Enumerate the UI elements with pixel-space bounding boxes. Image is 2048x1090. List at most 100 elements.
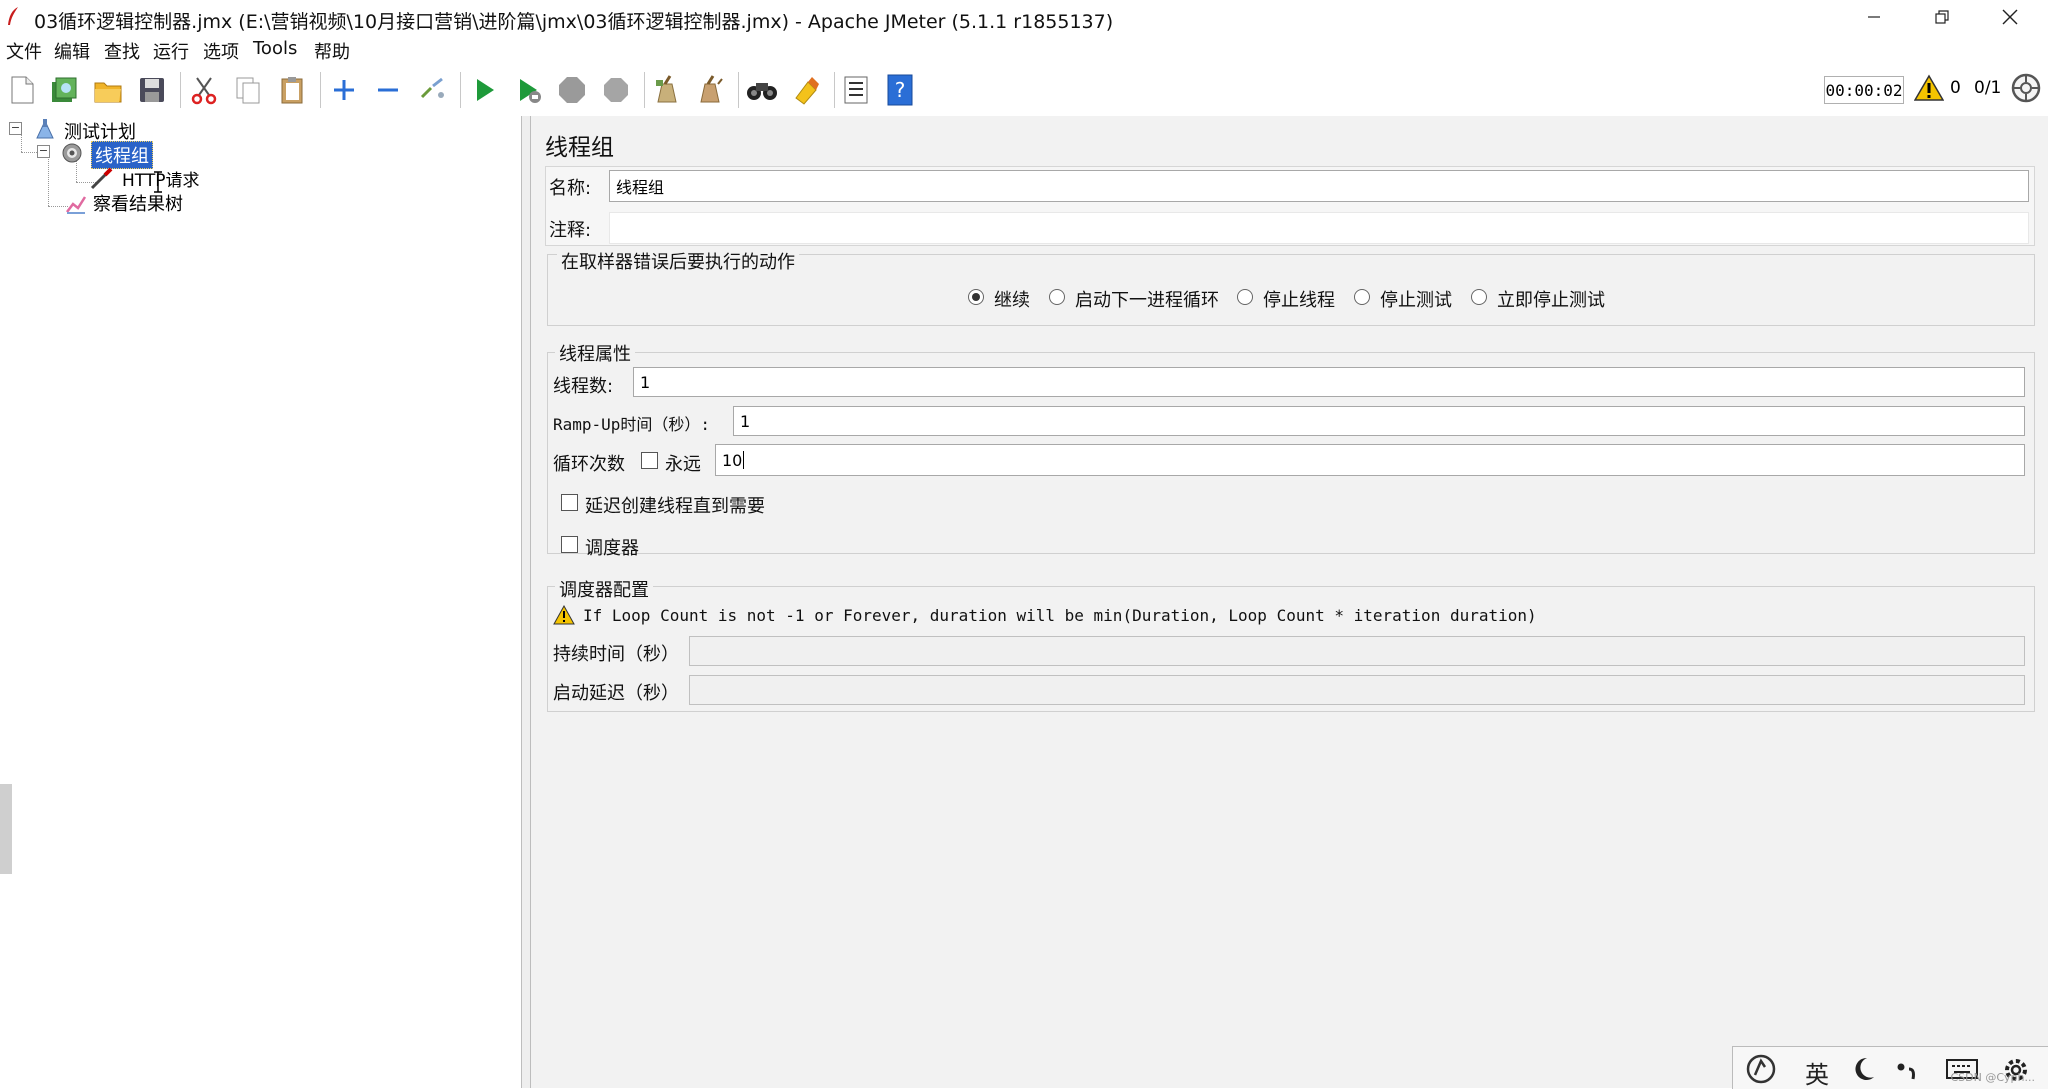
close-icon — [2002, 9, 2018, 25]
radio-stop-test-now-label: 立即停止测试 — [1497, 290, 1605, 311]
separator — [644, 72, 645, 108]
minimize-button[interactable] — [1840, 0, 1908, 34]
toolbar: ? 00:00:02 0 0/1 — [0, 64, 2048, 117]
collapse-all-button[interactable] — [368, 70, 408, 110]
thread-group-panel: 线程组 名称: 线程组 注释: 在取样器错误后要执行的动作 继续 启动下一进程循… — [531, 116, 2048, 1088]
panel-title: 线程组 — [545, 135, 614, 161]
forever-checkbox[interactable] — [641, 452, 658, 469]
moon-icon[interactable] — [1851, 1055, 1877, 1083]
listener-chart-icon — [66, 196, 87, 214]
startup-delay-input[interactable] — [689, 675, 2025, 705]
menu-edit[interactable]: 编辑 — [54, 38, 90, 64]
name-label: 名称: — [549, 178, 592, 199]
active-threads: 0/1 — [1974, 78, 2002, 98]
reset-search-icon — [795, 77, 819, 105]
svg-text:?: ? — [895, 78, 906, 102]
watermark-text: CSDN @Cyph... — [1950, 1071, 2036, 1084]
tree-connector — [21, 134, 22, 152]
start-no-pause-button[interactable] — [508, 70, 548, 110]
text-caret — [743, 451, 745, 469]
tree-item-view-results-tree[interactable]: 察看结果树 — [93, 190, 183, 216]
paste-button[interactable] — [272, 70, 312, 110]
scheduler-checkbox[interactable] — [561, 536, 578, 553]
comment-label: 注释: — [549, 220, 592, 241]
close-button[interactable] — [1976, 0, 2044, 34]
toggle-button[interactable] — [412, 70, 452, 110]
clear-all-icon — [700, 75, 723, 103]
clear-button[interactable] — [646, 70, 686, 110]
function-helper-button[interactable] — [836, 70, 876, 110]
help-icon: ? — [887, 74, 913, 106]
ime-logo-icon[interactable] — [1743, 1053, 1783, 1085]
shutdown-icon — [604, 78, 628, 102]
menu-help[interactable]: 帮助 — [314, 38, 350, 64]
thread-group-gear-icon — [62, 143, 82, 163]
threads-input[interactable]: 1 — [633, 367, 2025, 397]
open-button[interactable] — [88, 70, 128, 110]
menu-tools[interactable]: Tools — [253, 38, 297, 59]
scheduler-note: If Loop Count is not -1 or Forever, dura… — [583, 606, 1537, 625]
remote-indicator-icon — [2011, 73, 2041, 103]
reset-search-button[interactable] — [786, 70, 826, 110]
templates-icon — [52, 77, 77, 102]
delay-thread-creation-checkbox[interactable] — [561, 494, 578, 511]
templates-button[interactable] — [44, 70, 84, 110]
tree-item-thread-group[interactable]: 线程组 — [91, 141, 153, 169]
radio-start-next-loop-label: 启动下一进程循环 — [1075, 290, 1219, 311]
collapse-toggle[interactable]: − — [37, 145, 50, 158]
copy-button[interactable] — [228, 70, 268, 110]
menu-run[interactable]: 运行 — [153, 38, 189, 64]
menu-search[interactable]: 查找 — [104, 38, 140, 64]
search-button[interactable] — [742, 70, 782, 110]
name-input[interactable]: 线程组 — [609, 170, 2029, 202]
save-button[interactable] — [132, 70, 172, 110]
ime-toolbar: 英 CSDN @Cyph... — [1732, 1046, 2048, 1089]
menu-options[interactable]: 选项 — [203, 38, 239, 64]
duration-input[interactable] — [689, 636, 2025, 666]
restore-button[interactable] — [1908, 0, 1976, 34]
collapse-toggle[interactable]: − — [9, 122, 22, 135]
radio-stop-thread[interactable] — [1237, 289, 1253, 305]
warning-count: 0 — [1950, 78, 1961, 98]
radio-stop-test-now[interactable] — [1471, 289, 1487, 305]
jmeter-feather-icon — [8, 7, 18, 25]
punctuation-icon[interactable] — [1893, 1057, 1921, 1083]
new-button[interactable] — [2, 70, 42, 110]
rampup-label: Ramp-Up时间（秒）: — [553, 415, 711, 434]
expand-all-button[interactable] — [324, 70, 364, 110]
start-button[interactable] — [464, 70, 504, 110]
ime-language-toggle[interactable]: 英 — [1805, 1055, 1829, 1090]
separator — [834, 72, 835, 108]
stop-button[interactable] — [552, 70, 592, 110]
radio-start-next-loop[interactable] — [1049, 289, 1065, 305]
rampup-input[interactable]: 1 — [733, 406, 2025, 436]
start-no-pause-icon — [520, 79, 541, 103]
menu-file[interactable]: 文件 — [6, 38, 42, 64]
sampler-pipette-icon — [90, 167, 113, 190]
loop-count-input[interactable]: 10 — [715, 444, 2025, 476]
cut-button[interactable] — [184, 70, 224, 110]
separator — [180, 72, 181, 108]
help-button[interactable]: ? — [880, 70, 920, 110]
forever-label: 永远 — [665, 454, 701, 475]
copy-icon — [236, 77, 260, 104]
cut-icon — [191, 77, 217, 105]
search-icon — [747, 83, 777, 100]
radio-continue[interactable] — [968, 289, 984, 305]
clear-all-button[interactable] — [690, 70, 730, 110]
delay-thread-creation-label: 延迟创建线程直到需要 — [585, 496, 765, 517]
scroll-grip[interactable] — [0, 784, 12, 874]
save-icon — [140, 78, 164, 102]
warning-icon[interactable] — [1914, 74, 1944, 102]
duration-label: 持续时间（秒） — [553, 644, 679, 665]
panel-splitter[interactable] — [522, 116, 531, 1088]
comment-input[interactable] — [609, 212, 2029, 244]
menu-bar: 文件 编辑 查找 运行 选项 Tools 帮助 — [0, 34, 2048, 64]
window-title: 03循环逻辑控制器.jmx (E:\营销视频\10月接口营销\进阶篇\jmx\0… — [34, 11, 1114, 33]
separator — [320, 72, 321, 108]
shutdown-button[interactable] — [596, 70, 636, 110]
radio-stop-test[interactable] — [1354, 289, 1370, 305]
title-bar: 03循环逻辑控制器.jmx (E:\营销视频\10月接口营销\进阶篇\jmx\0… — [0, 0, 2048, 34]
warning-icon — [553, 605, 575, 625]
start-icon — [477, 79, 494, 101]
